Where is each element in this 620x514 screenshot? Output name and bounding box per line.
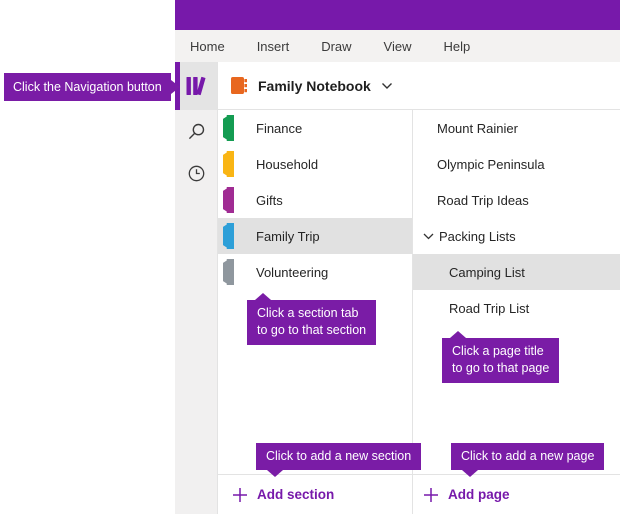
menu-view[interactable]: View (384, 39, 412, 54)
section-household[interactable]: Household (218, 146, 412, 182)
clock-icon (187, 164, 206, 183)
page-title: Road Trip List (449, 300, 530, 316)
callout-section-tab: Click a section tab to go to that sectio… (247, 293, 377, 345)
section-color-tab (223, 259, 234, 285)
search-icon (187, 122, 206, 141)
add-section-label: Add section (257, 487, 335, 502)
callout-navigation: Click the Navigation button (4, 73, 180, 101)
books-icon (185, 76, 208, 96)
section-color-tab (223, 223, 234, 249)
notebook-title[interactable]: Family Notebook (258, 78, 371, 94)
plus-icon (232, 487, 248, 503)
onenote-window: Home Insert Draw View Help Family Notebo… (0, 0, 620, 514)
plus-icon (423, 487, 439, 503)
search-button[interactable] (175, 110, 217, 152)
page-packing-lists[interactable]: Packing Lists (413, 218, 620, 254)
section-label: Volunteering (256, 264, 329, 280)
page-road-trip-ideas[interactable]: Road Trip Ideas (413, 182, 620, 218)
menu-home[interactable]: Home (190, 39, 225, 54)
page-title: Mount Rainier (437, 120, 518, 136)
callout-text: Click to add a new page (461, 449, 595, 463)
page-olympic-peninsula[interactable]: Olympic Peninsula (413, 146, 620, 182)
section-color-tab (223, 187, 234, 213)
chevron-down-icon[interactable] (381, 82, 393, 90)
section-gifts[interactable]: Gifts (218, 182, 412, 218)
callout-text: to go to that section (257, 323, 367, 337)
section-list: Finance Household Gifts Family Trip Volu… (218, 110, 412, 474)
section-label: Family Trip (256, 228, 320, 244)
notebook-icon (230, 76, 248, 95)
page-title: Packing Lists (439, 228, 516, 244)
page-title: Camping List (449, 264, 525, 280)
title-bar (175, 0, 620, 30)
callout-text: to go to that page (452, 361, 550, 375)
section-label: Finance (256, 120, 303, 136)
menu-draw[interactable]: Draw (321, 39, 351, 54)
callout-add-page: Click to add a new page (451, 443, 605, 477)
callout-text: Click to add a new section (266, 449, 412, 463)
navigation-button[interactable] (175, 62, 217, 110)
menu-insert[interactable]: Insert (257, 39, 290, 54)
menu-help[interactable]: Help (444, 39, 471, 54)
add-page-button[interactable]: Add page (413, 474, 620, 514)
add-section-button[interactable]: Add section (218, 474, 412, 514)
page-camping-list[interactable]: Camping List (413, 254, 620, 290)
callout-page-title: Click a page title to go to that page (442, 331, 560, 383)
section-label: Gifts (256, 192, 283, 208)
callout-text: Click the Navigation button (13, 80, 162, 94)
page-title: Road Trip Ideas (437, 192, 529, 208)
callout-text: Click a section tab (257, 306, 359, 320)
recent-notes-button[interactable] (175, 152, 217, 194)
page-list: Mount Rainier Olympic Peninsula Road Tri… (413, 110, 620, 474)
add-page-label: Add page (448, 487, 510, 502)
section-family-trip[interactable]: Family Trip (218, 218, 412, 254)
left-rail (175, 62, 218, 514)
page-title: Olympic Peninsula (437, 156, 545, 172)
page-mount-rainier[interactable]: Mount Rainier (413, 110, 620, 146)
section-finance[interactable]: Finance (218, 110, 412, 146)
chevron-down-icon[interactable] (423, 233, 434, 240)
section-label: Household (256, 156, 319, 172)
section-color-tab (223, 115, 234, 141)
section-volunteering[interactable]: Volunteering (218, 254, 412, 290)
callout-text: Click a page title (452, 344, 544, 358)
menu-bar: Home Insert Draw View Help (175, 30, 620, 62)
page-road-trip-list[interactable]: Road Trip List (413, 290, 620, 326)
callout-add-section: Click to add a new section (256, 443, 422, 477)
notebook-header: Family Notebook (218, 62, 620, 110)
section-color-tab (223, 151, 234, 177)
